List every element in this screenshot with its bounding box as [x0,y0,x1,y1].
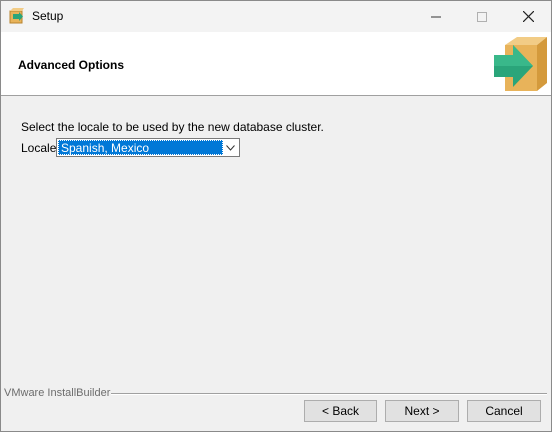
page-title: Advanced Options [18,58,125,72]
setup-app-icon [9,8,25,24]
close-icon [522,11,534,22]
window-title: Setup [32,9,64,23]
minimize-icon [431,16,441,17]
maximize-button[interactable] [459,1,505,32]
locale-label: Locale [21,141,57,155]
close-button[interactable] [505,1,551,32]
chevron-down-icon[interactable] [223,140,238,155]
cancel-button[interactable]: Cancel [467,400,541,422]
minimize-button[interactable] [413,1,459,32]
installer-brand: VMware InstallBuilder [4,387,111,399]
setup-window: Setup Advanced Options Select the locale… [0,0,552,432]
title-bar: Setup [1,1,551,32]
maximize-icon [477,11,487,22]
locale-selected-value: Spanish, Mexico [58,140,223,155]
locale-prompt: Select the locale to be used by the new … [21,120,324,134]
back-button[interactable]: < Back [304,400,377,422]
footer-divider [111,393,547,395]
next-button[interactable]: Next > [385,400,459,422]
package-box-icon [491,35,549,93]
header-banner: Advanced Options [1,32,551,96]
locale-select[interactable]: Spanish, Mexico [56,138,240,157]
